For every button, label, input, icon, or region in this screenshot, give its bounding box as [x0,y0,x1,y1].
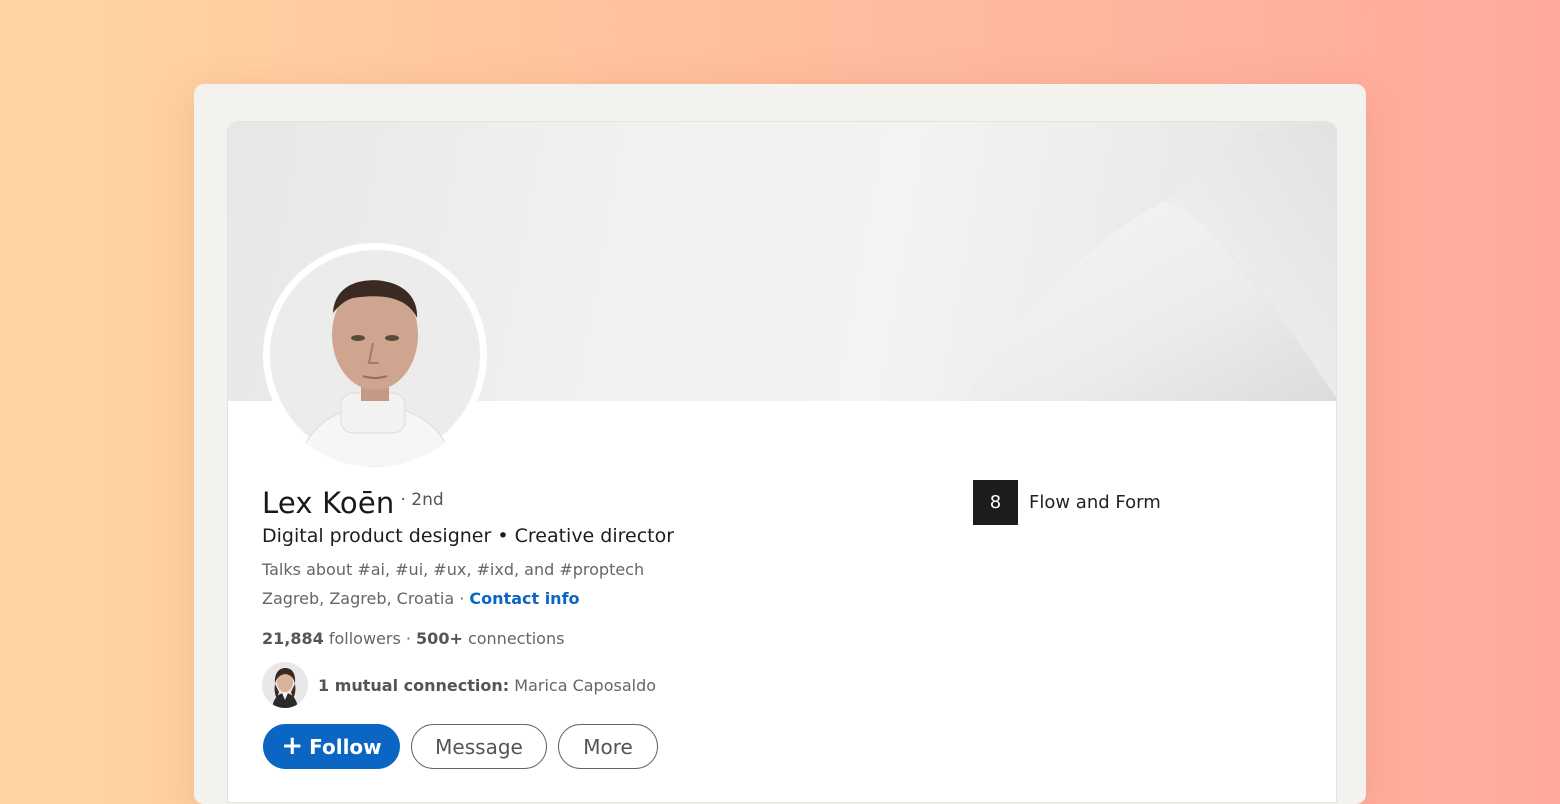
mutual-count: 1 mutual connection: [318,675,510,695]
connection-degree: · 2nd [400,490,444,510]
mutual-name: Marica Caposaldo [509,675,657,695]
contact-info-link[interactable]: Contact info [469,589,579,608]
profile-location-row: Zagreb, Zagreb, Croatia · Contact info [262,589,580,608]
message-label: Message [435,734,523,759]
company-logo-glyph: 8 [989,492,1002,513]
current-company[interactable]: 8 Flow and Form [973,480,1161,525]
profile-topics: Talks about #ai, #ui, #ux, #ixd, and #pr… [262,560,645,579]
message-button[interactable]: Message [411,724,547,769]
mutual-connections[interactable]: 1 mutual connection: Marica Caposaldo [262,662,656,708]
profile-name: Lex Koēn [262,486,395,520]
profile-headline: Digital product designer • Creative dire… [262,525,675,547]
profile-name-row: Lex Koēn · 2nd [262,486,444,520]
profile-stats: 21,884 followers · 500+ connections [262,629,564,648]
profile-location: Zagreb, Zagreb, Croatia · [262,589,470,608]
company-name[interactable]: Flow and Form [1029,492,1161,513]
profile-avatar[interactable] [263,243,487,467]
connections-label[interactable]: connections [463,629,565,648]
follow-label: Follow [309,734,382,759]
follow-button[interactable]: + Follow [263,724,400,769]
more-button[interactable]: More [558,724,658,769]
followers-label: followers [323,629,406,648]
plus-icon: + [281,730,304,761]
more-label: More [583,734,633,759]
followers-count: 21,884 [262,629,324,648]
mutual-connection-avatar[interactable] [262,662,308,708]
stats-separator: · [405,629,417,648]
mutual-connection-text[interactable]: 1 mutual connection: Marica Caposaldo [318,676,656,695]
company-logo-icon[interactable]: 8 [973,480,1018,525]
connections-count[interactable]: 500+ [416,629,463,648]
